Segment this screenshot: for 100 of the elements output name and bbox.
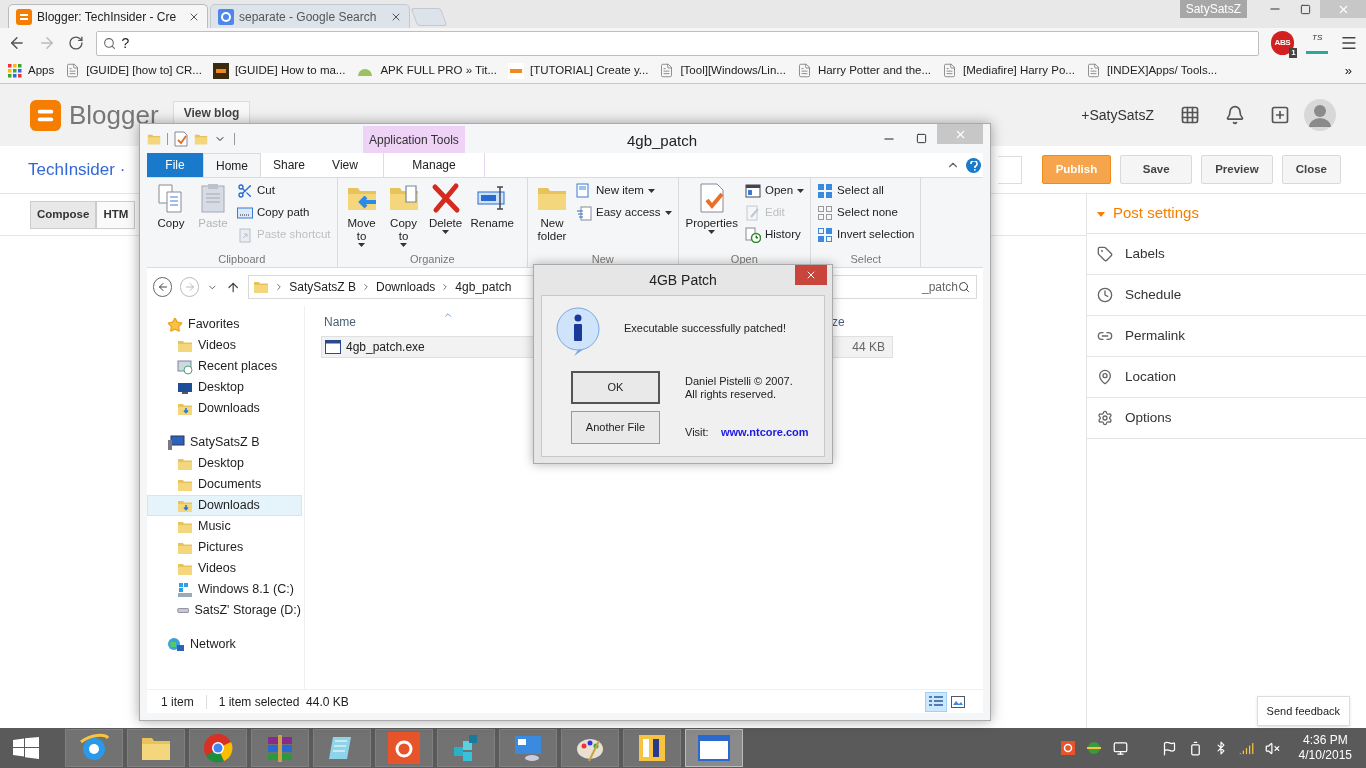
column-header[interactable]: ze: [832, 313, 845, 331]
address-bar[interactable]: ?: [95, 30, 1259, 56]
nav-item[interactable]: Network: [147, 634, 302, 655]
apps-grid-icon[interactable]: [1180, 105, 1200, 125]
taskbar-button[interactable]: [623, 729, 681, 767]
website-link[interactable]: www.ntcore.com: [721, 424, 809, 441]
ribbon-button[interactable]: Select all: [817, 182, 915, 200]
nav-item[interactable]: Windows 8.1 (C:): [147, 579, 302, 600]
account-name[interactable]: +SatySatsZ: [1081, 104, 1154, 126]
ribbon-button[interactable]: Open: [744, 182, 805, 200]
recent-places-icon: [177, 358, 193, 375]
add-icon[interactable]: [1270, 105, 1290, 125]
settings-icon: [1097, 410, 1113, 426]
settings-item[interactable]: Location: [1087, 357, 1366, 398]
column-header[interactable]: Name: [324, 313, 356, 331]
nav-item[interactable]: Favorites: [147, 314, 302, 335]
shortcut-icon: [237, 227, 253, 243]
ribbon-button[interactable]: History: [744, 226, 805, 244]
bookmark[interactable]: [Mediafire] Harry Po...: [942, 61, 1075, 80]
square-icon: [212, 62, 229, 79]
back-icon[interactable]: [8, 34, 26, 52]
properties-icon[interactable]: [174, 130, 188, 147]
notifications-icon[interactable]: [1225, 105, 1245, 125]
ribbon-button[interactable]: Copy: [153, 182, 189, 251]
settings-item[interactable]: Permalink: [1087, 316, 1366, 357]
bookmark[interactable]: [INDEX]Apps/ Tools...: [1085, 61, 1218, 80]
bookmark[interactable]: Apps: [8, 61, 55, 80]
ribbon-button[interactable]: New folder: [534, 182, 570, 251]
ribbon-button[interactable]: Cut: [237, 182, 331, 200]
back-icon: [156, 281, 169, 293]
ribbon-button[interactable]: Easy access: [576, 204, 672, 222]
ribbon-tab[interactable]: Share: [261, 153, 317, 177]
nav-item[interactable]: Desktop: [147, 453, 302, 474]
feedback-button[interactable]: Send feedback: [1256, 695, 1350, 726]
ribbon-button[interactable]: Copy to: [385, 182, 422, 251]
bookmark[interactable]: [GUIDE] [how to] CR...: [65, 61, 202, 80]
action-button[interactable]: Close: [1281, 155, 1341, 184]
breadcrumb[interactable]: 4gb_patch: [455, 278, 512, 296]
settings-item[interactable]: Schedule: [1087, 275, 1366, 316]
title-field[interactable]: [997, 155, 1022, 184]
taskbar-button[interactable]: [375, 729, 433, 767]
taskbar-button[interactable]: [65, 729, 123, 767]
browser-tab[interactable]: Blogger: TechInsider - Cre: [8, 4, 208, 28]
nav-item[interactable]: SatsZ' Storage (D:): [147, 600, 302, 621]
nav-item[interactable]: Pictures: [147, 537, 302, 558]
ribbon-button[interactable]: Move to: [343, 182, 380, 251]
ribbon-button[interactable]: Copy path: [237, 204, 331, 222]
ribbon-button[interactable]: Rename: [469, 182, 515, 251]
start-icon[interactable]: [13, 737, 39, 759]
nav-item[interactable]: Music: [147, 516, 302, 537]
nav-item[interactable]: Downloads: [147, 398, 302, 419]
restore-icon[interactable]: [1300, 4, 1311, 15]
action-button[interactable]: Save: [1120, 155, 1193, 184]
view-button[interactable]: [925, 691, 947, 712]
settings-item[interactable]: Options: [1087, 398, 1366, 439]
search-icon: [102, 36, 116, 50]
breadcrumb[interactable]: SatySatsZ B: [289, 278, 356, 296]
ribbon-tab[interactable]: File: [147, 153, 203, 177]
nav-item[interactable]: Videos: [147, 558, 302, 579]
taskbar-button[interactable]: [499, 729, 557, 767]
breadcrumb[interactable]: Downloads: [375, 278, 436, 296]
dialog-button[interactable]: OK: [571, 371, 660, 404]
bookmark[interactable]: [TUTORIAL] Create y...: [508, 61, 649, 80]
window-icon: [744, 183, 761, 199]
pin-icon: [1097, 369, 1113, 385]
editor-tab[interactable]: Compose: [30, 200, 97, 229]
bookmark[interactable]: Harry Potter and the...: [796, 61, 932, 80]
extension-button[interactable]: TS: [1306, 32, 1329, 54]
dialog-button[interactable]: Another File: [571, 411, 660, 444]
ribbon-button[interactable]: New item: [576, 182, 672, 200]
folder-icon: [253, 279, 270, 295]
maximize-icon[interactable]: [916, 133, 927, 144]
ribbon-button[interactable]: Properties: [684, 182, 739, 251]
action-button[interactable]: Preview: [1201, 155, 1273, 184]
bookmark[interactable]: [Tool][Windows/Lin...: [659, 61, 786, 80]
ribbon-button[interactable]: Select none: [817, 204, 915, 222]
ribbon-tab[interactable]: Home: [203, 153, 261, 177]
nav-item[interactable]: SatySatsZ B: [147, 432, 302, 453]
taskbar-button[interactable]: [685, 729, 743, 767]
settings-item[interactable]: Labels: [1087, 234, 1366, 275]
bookmark[interactable]: APK FULL PRO » Tit...: [356, 61, 497, 80]
nav-item[interactable]: Recent places: [147, 356, 302, 377]
nav-item[interactable]: Documents: [147, 474, 302, 495]
ribbon-tab[interactable]: View: [317, 153, 373, 177]
nav-item[interactable]: Downloads: [147, 495, 302, 516]
view-blog-button[interactable]: View blog: [172, 101, 251, 125]
help-button[interactable]: [966, 158, 981, 173]
editor-tab[interactable]: HTM: [96, 200, 136, 229]
browser-tab[interactable]: separate - Google Search: [210, 4, 410, 28]
reload-icon[interactable]: [67, 35, 84, 51]
nav-item[interactable]: Videos: [147, 335, 302, 356]
more-bookmarks-button[interactable]: »: [1344, 60, 1352, 81]
nav-item[interactable]: Desktop: [147, 377, 302, 398]
group-label: Organize: [408, 252, 456, 267]
bookmark[interactable]: [GUIDE] How to ma...: [212, 61, 346, 80]
ribbon-button[interactable]: Invert selection: [817, 226, 915, 244]
menu-icon[interactable]: [1340, 34, 1358, 52]
ribbon-button[interactable]: Delete: [427, 182, 464, 251]
ribbon-tab[interactable]: Manage: [383, 153, 485, 177]
extension-button[interactable]: ABS 1: [1270, 31, 1295, 55]
